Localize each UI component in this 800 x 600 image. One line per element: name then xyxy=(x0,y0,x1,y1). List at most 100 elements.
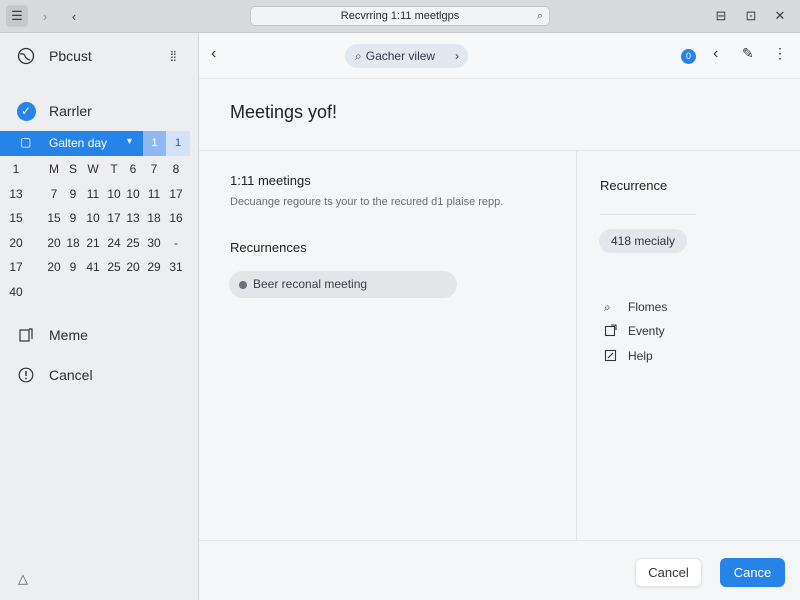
panel-item[interactable]: Help xyxy=(604,348,784,368)
recurrence-chip-label: Beer reconal meeting xyxy=(253,277,368,291)
panel-item[interactable]: Eventy xyxy=(604,323,784,343)
sidebar-item-label: Rarrler xyxy=(49,103,92,119)
calendar-badge[interactable]: 1 xyxy=(143,131,166,156)
sidebar-item-label: Cancel xyxy=(49,367,93,383)
calendar-cell[interactable]: 18 xyxy=(62,236,84,250)
window-title-search[interactable]: Recvrring 1:11 meetlgps ⌕ xyxy=(250,6,550,26)
sidebar-item-reminder[interactable]: ✓ Rarrler xyxy=(0,96,199,126)
triangle-icon[interactable]: △ xyxy=(18,571,28,587)
calendar-cell[interactable]: 20 xyxy=(5,236,27,250)
sidebar-item-meme[interactable]: Meme xyxy=(0,320,199,350)
calendar-row: 20 20 18 21 24 25 30- xyxy=(9,232,190,256)
title-bar: ☰ › ‹ Recvrring 1:11 meetlgps ⌕ ⊟ ⊡ ✕ xyxy=(0,0,800,33)
calendar-cell[interactable]: 9 xyxy=(62,187,84,201)
menu-icon[interactable]: ☰ xyxy=(6,5,28,27)
calendar-cell[interactable]: 20 xyxy=(122,260,144,274)
content-pane: 1:11 meetings Decuange regoure ts your t… xyxy=(199,151,576,540)
calendar-cell[interactable]: 31 xyxy=(165,260,187,274)
sidebar: Pbcust ⁞⁞ ✓ Rarrler ▢ Galten day ▾ 1 1 1… xyxy=(0,33,199,600)
export-icon xyxy=(604,324,617,340)
status-badge[interactable]: 0 xyxy=(681,49,696,64)
previous-icon[interactable]: ‹ xyxy=(713,45,718,63)
calendar-cell[interactable]: 11 xyxy=(143,187,165,201)
more-vertical-icon[interactable]: ⋮ xyxy=(773,45,787,62)
alert-icon xyxy=(16,365,36,385)
calendar-cell[interactable]: 9 xyxy=(62,260,84,274)
calendar-cell[interactable]: 7 xyxy=(143,162,165,176)
calendar-cell[interactable]: 17 xyxy=(165,187,187,201)
calendar-badge[interactable]: 1 xyxy=(166,131,190,156)
forward-icon[interactable]: › xyxy=(34,5,56,27)
sidebar-item-label: Meme xyxy=(49,327,88,343)
calendar-cell[interactable]: 8 xyxy=(165,162,187,176)
calendar-row: 40 xyxy=(9,281,190,305)
calendar-cell[interactable]: S xyxy=(62,162,84,176)
search-icon: ⌕ xyxy=(355,49,362,63)
back-icon[interactable]: ‹ xyxy=(211,45,216,63)
calendar-icon: ▢ xyxy=(20,135,32,149)
calendar-cell[interactable]: 16 xyxy=(165,211,187,225)
calendar-cell[interactable]: 6 xyxy=(122,162,144,176)
calendar-cell[interactable]: 15 xyxy=(5,211,27,225)
section-description: Decuange regoure ts your to the recured … xyxy=(230,196,504,208)
search-icon: ⌕ xyxy=(536,10,543,22)
view-search-label: Gacher vilew xyxy=(365,49,436,63)
calendar-cell[interactable]: 25 xyxy=(122,236,144,250)
minimize-icon[interactable]: ⊟ xyxy=(710,5,732,27)
calendar-selector[interactable]: ▢ Galten day ▾ xyxy=(0,131,143,156)
panel-item-label: Flomes xyxy=(628,300,668,314)
chevron-right-icon: › xyxy=(455,49,459,63)
section-title: Recurnences xyxy=(230,240,307,255)
calendar-cell[interactable]: 10 xyxy=(82,211,104,225)
search-icon: ⌕ xyxy=(604,300,611,314)
calendar-cell[interactable]: 9 xyxy=(62,211,84,225)
main-toolbar: ‹ ⌕ Gacher vilew › 0 ‹ ✎ ⋮ xyxy=(199,33,800,79)
calendar-cell[interactable]: 29 xyxy=(143,260,165,274)
sidebar-header[interactable]: Pbcust ⁞⁞ xyxy=(0,41,199,71)
main-area: ‹ ⌕ Gacher vilew › 0 ‹ ✎ ⋮ Meetings yof! … xyxy=(199,33,800,600)
panel-item-label: Help xyxy=(628,349,653,363)
maximize-icon[interactable]: ⊡ xyxy=(740,5,762,27)
panel-title: Recurrence xyxy=(600,178,668,193)
recurrence-chip[interactable]: Beer reconal meeting xyxy=(229,271,457,298)
sidebar-item-cancel[interactable]: Cancel xyxy=(0,360,199,390)
note-icon xyxy=(16,325,36,345)
edit-icon[interactable]: ✎ xyxy=(742,45,754,62)
check-circle-icon: ✓ xyxy=(16,101,36,121)
dot-icon xyxy=(239,281,247,289)
calendar-cell[interactable]: - xyxy=(165,236,187,250)
divider xyxy=(600,214,696,215)
chevron-down-icon: ▾ xyxy=(127,136,133,147)
calendar-row: 13 7 9 11 10 10 11 17 xyxy=(9,183,190,207)
more-icon[interactable]: ⁞⁞ xyxy=(170,48,177,64)
close-icon[interactable]: ✕ xyxy=(769,5,791,27)
section-title: 1:11 meetings xyxy=(230,173,311,188)
calendar-cell[interactable]: 13 xyxy=(122,211,144,225)
calendar-cell[interactable]: 18 xyxy=(143,211,165,225)
calendar-cell[interactable]: 10 xyxy=(122,187,144,201)
recurrence-pill[interactable]: 418 mecialy xyxy=(599,229,687,253)
primary-button[interactable]: Cance xyxy=(720,558,785,587)
calendar-cell[interactable]: W xyxy=(82,162,104,176)
panel-item-label: Eventy xyxy=(628,324,665,338)
calendar-header: ▢ Galten day ▾ 1 1 xyxy=(0,131,190,156)
calendar-cell[interactable]: 11 xyxy=(82,187,104,201)
window-title: Recvrring 1:11 meetlgps xyxy=(340,10,460,22)
calendar-row: 1MSWT678 xyxy=(10,158,190,182)
panel-item[interactable]: ⌕ Flomes xyxy=(604,299,784,319)
sidebar-header-label: Pbcust xyxy=(49,48,92,64)
recurrence-panel: Recurrence 418 mecialy ⌕ Flomes Eventy H… xyxy=(576,151,800,540)
calendar-cell[interactable]: 17 xyxy=(5,260,27,274)
calendar-row: 15 15 9 10 17 13 18 16 xyxy=(9,207,190,231)
back-icon[interactable]: ‹ xyxy=(63,5,85,27)
calendar-cell[interactable]: 21 xyxy=(82,236,104,250)
calendar-cell[interactable]: 13 xyxy=(5,187,27,201)
view-search[interactable]: ⌕ Gacher vilew › xyxy=(345,44,468,68)
calendar-cell[interactable]: 40 xyxy=(5,285,27,299)
calendar-cell[interactable]: 30 xyxy=(143,236,165,250)
globe-icon xyxy=(16,46,36,66)
page-title: Meetings yof! xyxy=(230,102,338,122)
calendar-cell[interactable]: 41 xyxy=(82,260,104,274)
calendar-cell[interactable]: 1 xyxy=(5,162,27,176)
cancel-button[interactable]: Cancel xyxy=(635,558,702,587)
